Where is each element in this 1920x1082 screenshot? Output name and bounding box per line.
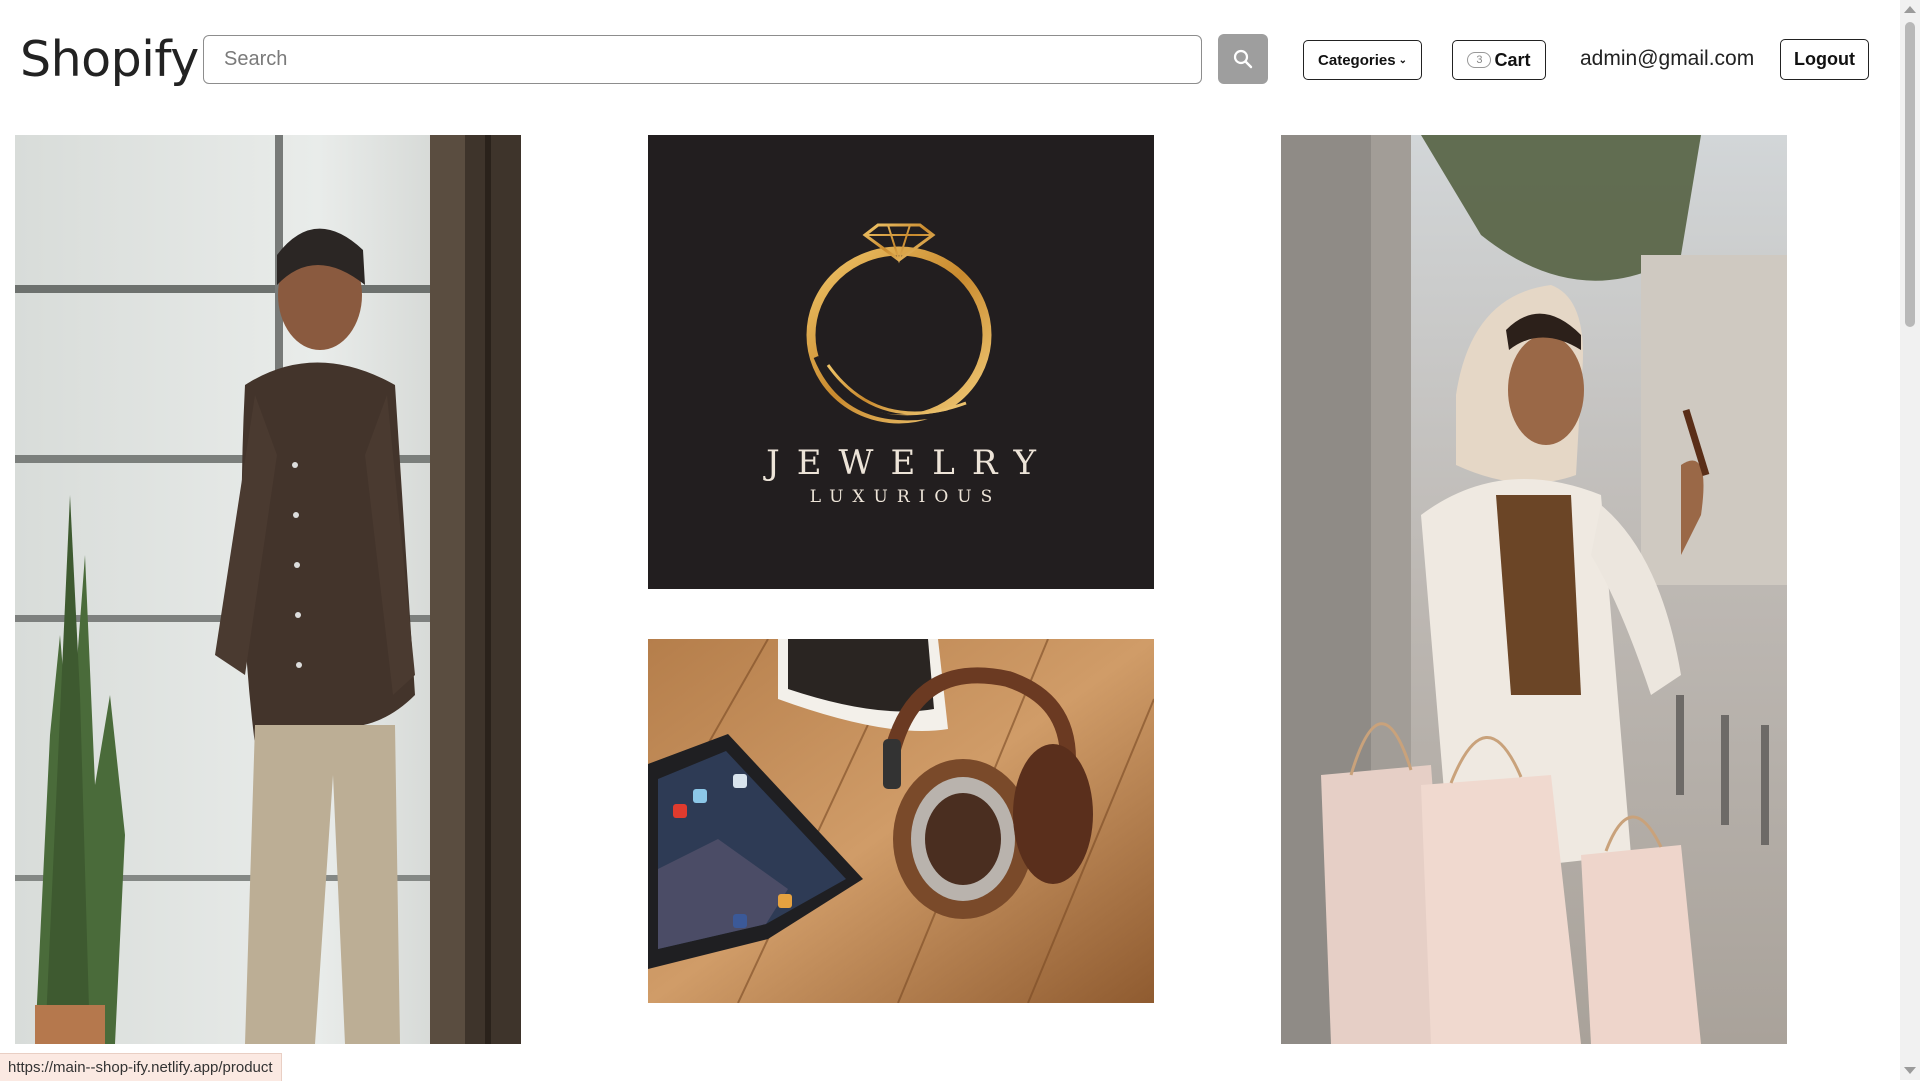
cart-label: Cart xyxy=(1494,49,1531,70)
categories-label: Categories xyxy=(1318,51,1396,69)
men-fashion-image[interactable] xyxy=(15,135,521,1044)
cart-button[interactable]: 3 Cart xyxy=(1452,40,1546,80)
scroll-thumb[interactable] xyxy=(1905,22,1915,327)
vertical-scrollbar[interactable] xyxy=(1900,0,1920,1080)
cart-count-badge: 3 xyxy=(1467,52,1492,68)
electronics-image[interactable] xyxy=(648,639,1154,1003)
jewelry-title: JEWELRY xyxy=(766,443,1053,483)
women-fashion-image[interactable] xyxy=(1281,135,1787,1044)
scroll-up-icon[interactable] xyxy=(1904,6,1916,13)
logout-button[interactable]: Logout xyxy=(1780,39,1869,80)
status-bar-url: https://main--shop-ify.netlify.app/produ… xyxy=(0,1053,282,1081)
categories-dropdown-button[interactable]: Categories ⌄ xyxy=(1303,40,1422,80)
search-button[interactable] xyxy=(1218,34,1268,84)
search-input[interactable] xyxy=(203,35,1202,84)
jewelry-banner[interactable]: JEWELRY LUXURIOUS xyxy=(648,135,1154,589)
brand-logo[interactable]: Shopify xyxy=(20,30,199,90)
user-email: admin@gmail.com xyxy=(1580,47,1755,70)
chevron-down-icon: ⌄ xyxy=(1398,54,1407,66)
scroll-down-icon[interactable] xyxy=(1904,1067,1916,1074)
search-icon xyxy=(1233,49,1253,69)
jewelry-subtitle: LUXURIOUS xyxy=(809,487,1002,507)
navbar: Shopify Categories⌄ 3Cart admin@gmail.co… xyxy=(0,0,1900,120)
